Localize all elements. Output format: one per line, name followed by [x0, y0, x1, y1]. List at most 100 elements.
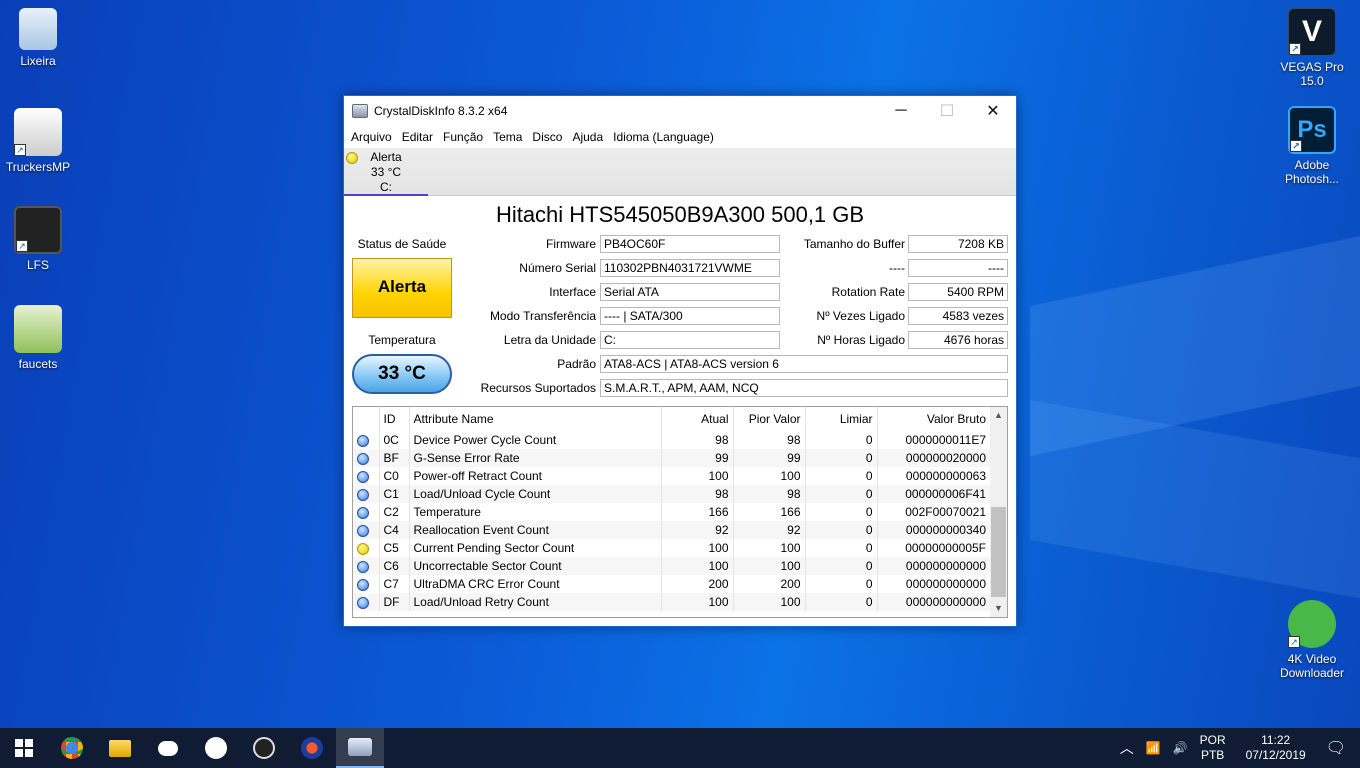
file-explorer-icon [109, 739, 131, 757]
table-row[interactable]: C7 UltraDMA CRC Error Count 200 200 0 0000000… [353, 575, 991, 593]
good-status-icon [357, 506, 369, 519]
scroll-thumb[interactable] [991, 507, 1006, 597]
smart-threshold: 0 [805, 539, 878, 557]
rotation-rate-label: Rotation Rate [831, 285, 905, 299]
smart-status [353, 485, 380, 503]
taskbar-crystaldiskinfo[interactable] [336, 728, 384, 768]
caution-status-icon [346, 152, 358, 164]
tray-chevron-icon[interactable]: ︿ [1120, 740, 1134, 756]
table-row[interactable]: 0C Device Power Cycle Count 98 98 0 000000001… [353, 431, 991, 449]
temperature-badge[interactable]: 33 °C [352, 354, 452, 394]
table-row[interactable]: C2 Temperature 166 166 0 002F00070021 [353, 503, 991, 521]
scroll-up-icon[interactable]: ▲ [990, 407, 1007, 424]
smart-worst: 92 [733, 521, 806, 539]
smart-worst: 200 [733, 575, 806, 593]
power-on-count-label: Nº Vezes Ligado [816, 309, 905, 323]
serial-value: 110302PBN4031721VWME [600, 259, 780, 277]
desktop-icon-faucets[interactable]: faucets [0, 305, 76, 371]
smart-header-row: ID Attribute Name Atual Pior Valor Limia… [353, 407, 991, 431]
health-status-button[interactable]: Alerta [352, 258, 452, 318]
smart-id: C4 [379, 521, 410, 539]
temperature-label: Temperatura [368, 333, 436, 347]
taskbar-steam[interactable] [192, 728, 240, 768]
col-threshold[interactable]: Limiar [805, 407, 878, 431]
start-button[interactable] [0, 728, 48, 768]
scroll-down-icon[interactable]: ▼ [990, 600, 1007, 617]
col-worst[interactable]: Pior Valor [733, 407, 806, 431]
smart-worst: 98 [733, 431, 806, 449]
table-row[interactable]: C5 Current Pending Sector Count 100 100 0 000… [353, 539, 991, 557]
menu-tema[interactable]: Tema [488, 130, 527, 144]
desktop-icon-photoshop[interactable]: Ps ↗ Adobe Photosh... [1274, 106, 1350, 186]
shortcut-arrow-icon: ↗ [14, 144, 26, 156]
table-row[interactable]: C0 Power-off Retract Count 100 100 0 00000000… [353, 467, 991, 485]
ps-glyph: Ps [1297, 116, 1327, 143]
smart-current: 98 [661, 431, 734, 449]
lfs-icon: ↗ [14, 206, 62, 254]
titlebar[interactable]: CrystalDiskInfo 8.3.2 x64 ─ ☐ ✕ [344, 96, 1016, 126]
smart-threshold: 0 [805, 503, 878, 521]
table-row[interactable]: C6 Uncorrectable Sector Count 100 100 0 00000… [353, 557, 991, 575]
app-icon [301, 737, 323, 759]
caution-status-icon [357, 542, 369, 555]
smart-threshold: 0 [805, 593, 878, 611]
smart-threshold: 0 [805, 557, 878, 575]
desktop-icon-recycle-bin[interactable]: Lixeira [0, 8, 76, 68]
table-row[interactable]: C1 Load/Unload Cycle Count 98 98 0 000000006F… [353, 485, 991, 503]
desktop-icon-truckersmp[interactable]: ↗ TruckersMP [0, 108, 76, 174]
action-center-icon[interactable]: 🗨 [1326, 740, 1346, 756]
smart-worst: 100 [733, 467, 806, 485]
taskbar-chrome[interactable] [48, 728, 96, 768]
language-indicator[interactable]: POR PTB [1200, 733, 1226, 763]
wifi-icon[interactable]: 📶 [1146, 741, 1161, 756]
taskbar-app[interactable] [288, 728, 336, 768]
menu-editar[interactable]: Editar [397, 130, 438, 144]
smart-current: 100 [661, 557, 734, 575]
taskbar-file-explorer[interactable] [96, 728, 144, 768]
smart-status [353, 467, 380, 485]
table-row[interactable]: BF G-Sense Error Rate 99 99 0 000000020000 [353, 449, 991, 467]
col-current[interactable]: Atual [661, 407, 734, 431]
crystaldiskinfo-app-icon [352, 104, 368, 118]
desktop-icon-4k-video-downloader[interactable]: ↗ 4K Video Downloader [1274, 600, 1350, 680]
menu-funcao[interactable]: Função [438, 130, 488, 144]
smart-raw-value: 0000000011E7 [877, 431, 991, 449]
smart-raw-value: 000000020000 [877, 449, 991, 467]
table-row[interactable]: DF Load/Unload Retry Count 100 100 0 00000000… [353, 593, 991, 611]
system-tray: ︿ 📶 🔊 POR PTB 11:22 07/12/2019 🗨 [1114, 728, 1360, 768]
smart-attributes-list[interactable]: ID Attribute Name Atual Pior Valor Limia… [352, 406, 1008, 618]
smart-id: DF [379, 593, 410, 611]
clock[interactable]: 11:22 07/12/2019 [1246, 733, 1306, 763]
desktop-icon-label: TruckersMP [5, 160, 71, 174]
close-button[interactable]: ✕ [970, 96, 1016, 126]
disk-tab-c[interactable]: Alerta 33 °C C: [344, 148, 428, 196]
power-on-count-value: 4583 vezes [908, 307, 1008, 325]
volume-icon[interactable]: 🔊 [1173, 741, 1188, 756]
col-attribute-name[interactable]: Attribute Name [409, 407, 662, 431]
minimize-button[interactable]: ─ [878, 96, 924, 126]
good-status-icon [357, 488, 369, 501]
col-id[interactable]: ID [379, 407, 410, 431]
desktop-icon-lfs[interactable]: ↗ LFS [0, 206, 76, 272]
menu-idioma[interactable]: Idioma (Language) [608, 130, 719, 144]
rotation-rate-value: 5400 RPM [908, 283, 1008, 301]
taskbar-discord[interactable] [144, 728, 192, 768]
smart-raw-value: 000000000000 [877, 557, 991, 575]
smart-id: C5 [379, 539, 410, 557]
clock-time: 11:22 [1261, 733, 1291, 747]
desktop-icon-vegas[interactable]: V ↗ VEGAS Pro 15.0 [1274, 8, 1350, 88]
taskbar-obs[interactable] [240, 728, 288, 768]
menu-arquivo[interactable]: Arquivo [346, 130, 397, 144]
smart-current: 99 [661, 449, 734, 467]
smart-attribute-name: UltraDMA CRC Error Count [409, 575, 662, 593]
menu-disco[interactable]: Disco [527, 130, 567, 144]
truck-icon: ↗ [14, 108, 62, 156]
smart-current: 100 [661, 467, 734, 485]
smart-id: C7 [379, 575, 410, 593]
menu-ajuda[interactable]: Ajuda [567, 130, 608, 144]
col-status[interactable] [353, 407, 380, 431]
table-row[interactable]: C4 Reallocation Event Count 92 92 0 000000000… [353, 521, 991, 539]
col-raw-value[interactable]: Valor Bruto [877, 407, 991, 431]
smart-worst: 99 [733, 449, 806, 467]
smart-scrollbar[interactable]: ▲ ▼ [990, 407, 1007, 617]
